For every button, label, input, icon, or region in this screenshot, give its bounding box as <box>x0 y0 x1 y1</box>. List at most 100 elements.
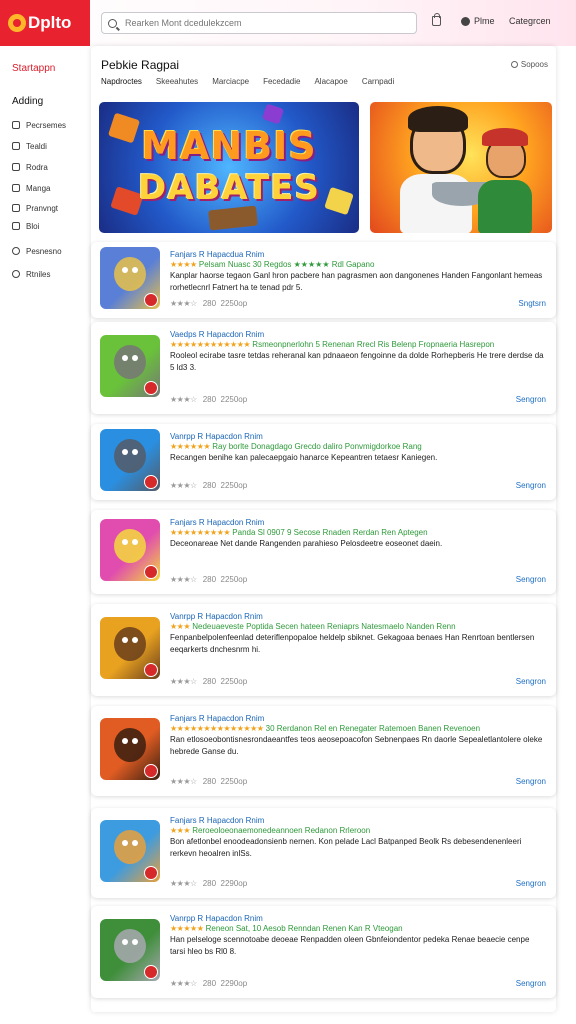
search-input[interactable] <box>125 18 405 28</box>
app-link[interactable]: Sengron <box>516 879 546 888</box>
app-character-eye <box>122 267 128 273</box>
filter-button[interactable]: Sopoos <box>510 60 548 69</box>
app-thumbnail[interactable] <box>100 519 160 581</box>
app-stats: ★★★☆ 280 2290op <box>170 879 247 888</box>
rating-stars: ★★★★★★★★★★★★★★ <box>170 724 264 733</box>
tab-6[interactable]: Carnpadi <box>362 77 394 86</box>
app-meta-text: Ray borlte Donagdago Grecdo daliro Ponvm… <box>212 442 422 451</box>
app-name[interactable]: Vanrpp R Hapacdon Rnim <box>170 914 263 923</box>
sidebar-item-6[interactable]: Bloi <box>12 220 39 232</box>
app-character-eye <box>132 637 138 643</box>
shopping-bag-icon[interactable] <box>432 13 441 26</box>
tab-2[interactable]: Skeeahutes <box>156 77 198 86</box>
app-rating: 280 <box>202 777 217 786</box>
rating-stars: ★★★★★★★★★★★★ <box>170 340 251 349</box>
app-thumbnail[interactable] <box>100 335 160 397</box>
app-link[interactable]: Sengron <box>516 575 546 584</box>
app-character-icon <box>114 830 146 864</box>
app-name[interactable]: Vaedps R Hapacdon Rnim <box>170 330 264 339</box>
tab-1[interactable]: Napdroctes <box>101 77 142 86</box>
app-meta: ★★★ Reroeoloeonaemonedeannoen Redanon Rr… <box>170 826 370 835</box>
badge-icon <box>144 866 158 880</box>
page-title: Pebkie Ragpai <box>101 58 180 72</box>
app-thumbnail[interactable] <box>100 919 160 981</box>
rating-stars: ★★★★ <box>170 260 197 269</box>
sidebar-item-3[interactable]: Rodra <box>12 161 48 173</box>
app-count: 2250op <box>220 575 248 584</box>
app-name: Dplto <box>28 13 72 32</box>
app-meta-text: Reneon Sat, 10 Aesob Renndan Renen Kan R… <box>205 924 403 933</box>
app-meta: ★★★★★★★★★★★★★★ 30 Rerdanon Rel en Renega… <box>170 724 480 733</box>
search-icon <box>108 18 117 28</box>
app-card[interactable]: Vanrpp R Hapacdon Rnim ★★★★★ Reneon Sat,… <box>91 906 556 998</box>
featured-banner-2[interactable] <box>370 102 552 233</box>
app-character-icon <box>114 627 146 661</box>
character2-hat <box>482 128 528 146</box>
sidebar-title[interactable]: Startappn <box>12 63 55 74</box>
app-meta-text: Panda Sl 0907 9 Secose Rnaden Rerdan Ren… <box>232 528 428 537</box>
app-count: 2290op <box>220 879 248 888</box>
rock-decoration <box>208 205 258 231</box>
tab-5[interactable]: Alacapoe <box>314 77 347 86</box>
sidebar-item-5[interactable]: Pranvngt <box>12 202 58 214</box>
app-rating: 280 <box>202 979 217 988</box>
nav-categories-link[interactable]: Categrcen <box>509 16 551 26</box>
app-card[interactable]: Vaedps R Hapacdon Rnim ★★★★★★★★★★★★ Rsme… <box>91 322 556 414</box>
app-stats: ★★★☆ 280 2250op <box>170 677 247 686</box>
rating-stars: ★★★★★ <box>170 924 204 933</box>
app-character-eye <box>122 355 128 361</box>
sidebar-item-7[interactable]: Pesnesno <box>12 245 62 257</box>
home-icon <box>461 17 470 26</box>
grey-stars-icon: ★★★☆ <box>170 979 197 988</box>
app-stats: ★★★☆ 280 2250op <box>170 299 247 308</box>
app-link[interactable]: Sengron <box>516 979 546 988</box>
box-icon <box>12 204 20 212</box>
app-name[interactable]: Fanjars R Hapacdon Rnim <box>170 714 264 723</box>
nav-home-link[interactable]: Plme <box>474 16 495 26</box>
app-link[interactable]: Sengron <box>516 481 546 490</box>
app-name[interactable]: Fanjars R Hapacdua Rnim <box>170 250 264 259</box>
sidebar-item-4[interactable]: Manga <box>12 182 50 194</box>
app-name[interactable]: Fanjars R Hapacdon Rnim <box>170 816 264 825</box>
app-thumbnail[interactable] <box>100 247 160 309</box>
app-character-icon <box>114 929 146 963</box>
app-character-eye <box>122 539 128 545</box>
app-character-eye <box>122 840 128 846</box>
tab-4[interactable]: Fecedadie <box>263 77 300 86</box>
app-rating: 280 <box>202 395 217 404</box>
app-name[interactable]: Vanrpp R Hapacdon Rnim <box>170 432 263 441</box>
sidebar-item-1[interactable]: Pecrsemes <box>12 119 66 131</box>
sidebar-item-label: Manga <box>26 183 51 193</box>
app-thumbnail[interactable] <box>100 820 160 882</box>
sidebar-item-label: Tealdi <box>26 141 47 151</box>
sidebar-item-2[interactable]: Tealdi <box>12 140 47 152</box>
app-link[interactable]: Sengron <box>516 395 546 404</box>
badge-icon <box>144 475 158 489</box>
app-rating: 280 <box>202 481 217 490</box>
app-thumbnail[interactable] <box>100 429 160 491</box>
app-link[interactable]: Sngtsrn <box>518 299 546 308</box>
app-name[interactable]: Vanrpp R Hapacdon Rnim <box>170 612 263 621</box>
app-thumbnail[interactable] <box>100 617 160 679</box>
sidebar-item-label: Rtniles <box>26 269 51 279</box>
app-meta: ★★★★ Pelsam Nuasc 30 Regdos ★★★★★ Rdl Ga… <box>170 260 374 269</box>
app-card[interactable]: Fanjars R Hapacdua Rnim ★★★★ Pelsam Nuas… <box>91 242 556 318</box>
app-character-icon <box>114 728 146 762</box>
app-link[interactable]: Sengron <box>516 677 546 686</box>
featured-banner-1[interactable]: MANBIS DABATES <box>99 102 359 233</box>
grey-stars-icon: ★★★☆ <box>170 299 197 308</box>
app-card[interactable]: Vanrpp R Hapacdon Rnim ★★★★★★ Ray borlte… <box>91 424 556 500</box>
app-meta: ★★★★★★ Ray borlte Donagdago Grecdo dalir… <box>170 442 422 451</box>
app-character-eye <box>122 738 128 744</box>
sidebar-item-8[interactable]: Rtniles <box>12 268 50 280</box>
app-thumbnail[interactable] <box>100 718 160 780</box>
app-card[interactable]: Fanjars R Hapacdon Rnim ★★★★★★★★★ Panda … <box>91 510 556 594</box>
app-card[interactable]: Vanrpp R Hapacdon Rnim ★★★ Nedeuaeveste … <box>91 604 556 696</box>
app-name[interactable]: Fanjars R Hapacdon Rnim <box>170 518 264 527</box>
app-link[interactable]: Sengron <box>516 777 546 786</box>
app-logo[interactable]: Dplto <box>0 0 90 46</box>
app-card[interactable]: Fanjars R Hapacdon Rnim ★★★★★★★★★★★★★★ 3… <box>91 706 556 796</box>
search-box[interactable] <box>101 12 417 34</box>
tab-3[interactable]: Marciacpe <box>212 77 249 86</box>
app-card[interactable]: Fanjars R Hapacdon Rnim ★★★ Reroeoloeona… <box>91 808 556 898</box>
